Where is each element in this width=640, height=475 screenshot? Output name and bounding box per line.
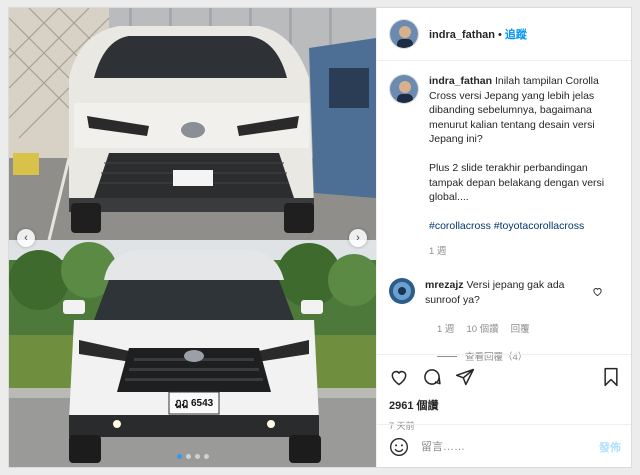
- comments-list[interactable]: indra_fathan Inilah tampilan Corolla Cro…: [377, 62, 631, 363]
- carousel-dot: [185, 454, 191, 459]
- post-comment-button[interactable]: 發佈: [599, 439, 621, 455]
- comment-like-heart-icon[interactable]: [592, 286, 603, 297]
- media-carousel[interactable]: ฎฎ 6543 ‹ ›: [9, 8, 376, 467]
- caption-hashtags[interactable]: #corollacross #toyotacorollacross: [429, 219, 619, 234]
- caption-paragraph: Plus 2 slide terakhir perbandingan tampa…: [429, 161, 605, 204]
- car-photo-top: [9, 8, 376, 240]
- corolla-cross-front-road-illustration: ฎฎ 6543: [9, 240, 376, 467]
- post-detail-panel: indra_fathan • 追蹤 indra_fathan Inilah tamp…: [376, 8, 631, 467]
- comment-time: 1 週: [437, 324, 455, 336]
- caption-body: indra_fathan Inilah tampilan Corolla Cro…: [429, 74, 619, 260]
- post-actions-section: 2961 個讚 7 天前: [377, 354, 631, 432]
- instagram-post-window: ฎฎ 6543 ‹ › indra_fathan • 追蹤 indra_fath…: [8, 7, 632, 468]
- caption-username[interactable]: indra_fathan: [429, 75, 492, 87]
- carousel-dot: [176, 454, 182, 459]
- carousel-dot: [194, 454, 200, 459]
- comment-body: mrezajz Versi jepang gak ada sunroof ya?: [425, 278, 595, 307]
- reply-button[interactable]: 回覆: [511, 321, 530, 335]
- caption-avatar[interactable]: [389, 74, 419, 104]
- comment-meta: 1 週 10 個讚 回覆: [389, 321, 621, 335]
- commenter-avatar[interactable]: [389, 277, 415, 304]
- emoji-icon[interactable]: [389, 437, 409, 457]
- caption-time: 1 週: [429, 246, 447, 258]
- comment-composer: 發佈: [377, 424, 631, 467]
- carousel-prev-button[interactable]: ‹: [17, 229, 35, 247]
- comment-likes[interactable]: 10 個讚: [466, 321, 498, 335]
- heart-icon[interactable]: [389, 367, 409, 387]
- like-count[interactable]: 2961 個讚: [389, 397, 621, 413]
- comment-username[interactable]: mrezajz: [425, 279, 464, 291]
- action-bar: [389, 365, 621, 389]
- follow-button[interactable]: 追蹤: [505, 29, 527, 41]
- caption: indra_fathan Inilah tampilan Corolla Cro…: [389, 74, 621, 260]
- chevron-right-icon: ›: [356, 232, 360, 244]
- svg-text:ฎฎ 6543: ฎฎ 6543: [175, 398, 214, 409]
- chevron-left-icon: ‹: [24, 232, 28, 244]
- comment-icon[interactable]: [422, 367, 442, 387]
- car-photo-bottom: ฎฎ 6543: [9, 240, 376, 467]
- post-author-username[interactable]: indra_fathan: [429, 29, 495, 41]
- carousel-next-button[interactable]: ›: [349, 229, 367, 247]
- share-icon[interactable]: [455, 367, 475, 387]
- post-header: indra_fathan • 追蹤: [377, 8, 631, 61]
- comment-input[interactable]: [421, 441, 587, 453]
- avatar[interactable]: [389, 19, 419, 49]
- header-separator: •: [498, 29, 502, 41]
- bookmark-icon[interactable]: [601, 367, 621, 387]
- comment-item: mrezajz Versi jepang gak ada sunroof ya?: [389, 277, 621, 307]
- carousel-indicator: [9, 454, 376, 459]
- corolla-cross-front-parked-illustration: [9, 8, 376, 240]
- carousel-dot: [203, 454, 209, 459]
